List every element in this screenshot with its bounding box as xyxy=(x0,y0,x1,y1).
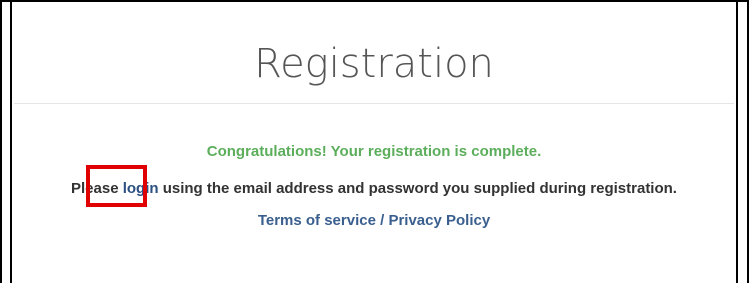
instruction-suffix: using the email address and password you… xyxy=(158,180,677,197)
success-message: Congratulations! Your registration is co… xyxy=(206,143,542,160)
instruction-prefix: Please xyxy=(71,180,123,197)
page-title: Registration xyxy=(254,41,494,87)
login-instruction: Please login using the email address and… xyxy=(12,178,736,200)
footer-links: Terms of service / Privacy Policy xyxy=(12,210,736,232)
right-border xyxy=(736,0,738,283)
login-link[interactable]: login xyxy=(123,180,159,197)
title-divider xyxy=(14,103,734,104)
link-separator: / xyxy=(375,212,389,229)
privacy-policy-link[interactable]: Privacy Policy xyxy=(388,212,490,229)
terms-of-service-link[interactable]: Terms of service xyxy=(258,212,376,229)
